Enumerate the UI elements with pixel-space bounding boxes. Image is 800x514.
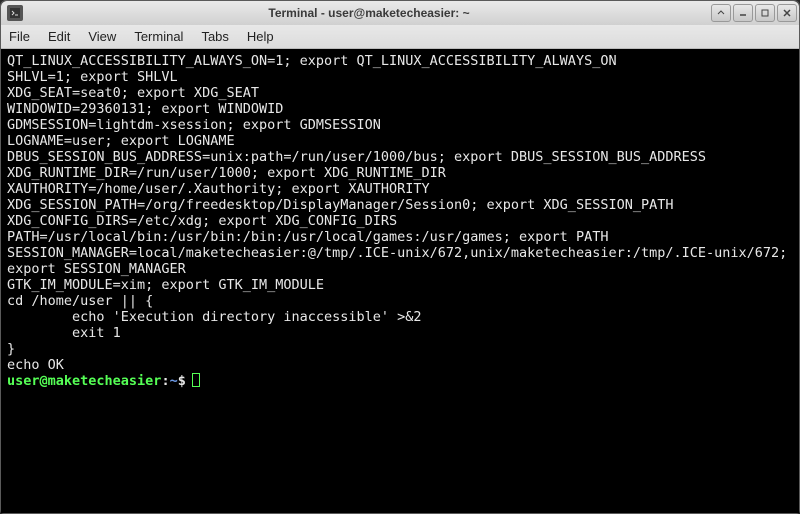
prompt-colon: :: [161, 373, 169, 389]
menubar: File Edit View Terminal Tabs Help: [1, 25, 799, 49]
terminal-output[interactable]: QT_LINUX_ACCESSIBILITY_ALWAYS_ON=1; expo…: [1, 49, 799, 513]
terminal-icon: [7, 5, 23, 21]
titlebar: Terminal - user@maketecheasier: ~: [1, 1, 799, 25]
window-title: Terminal - user@maketecheasier: ~: [29, 6, 709, 20]
shade-button[interactable]: [711, 4, 731, 22]
cursor: [192, 373, 200, 387]
maximize-button[interactable]: [755, 4, 775, 22]
menu-terminal[interactable]: Terminal: [134, 29, 183, 44]
terminal-text: QT_LINUX_ACCESSIBILITY_ALWAYS_ON=1; expo…: [7, 53, 795, 373]
close-button[interactable]: [777, 4, 797, 22]
prompt-sigil: $: [178, 373, 186, 389]
prompt-path: ~: [170, 373, 178, 389]
menu-edit[interactable]: Edit: [48, 29, 70, 44]
minimize-button[interactable]: [733, 4, 753, 22]
window-controls: [709, 4, 799, 22]
menu-view[interactable]: View: [88, 29, 116, 44]
prompt-user-host: user@maketecheasier: [7, 373, 161, 389]
menu-tabs[interactable]: Tabs: [201, 29, 228, 44]
menu-file[interactable]: File: [9, 29, 30, 44]
menu-help[interactable]: Help: [247, 29, 274, 44]
